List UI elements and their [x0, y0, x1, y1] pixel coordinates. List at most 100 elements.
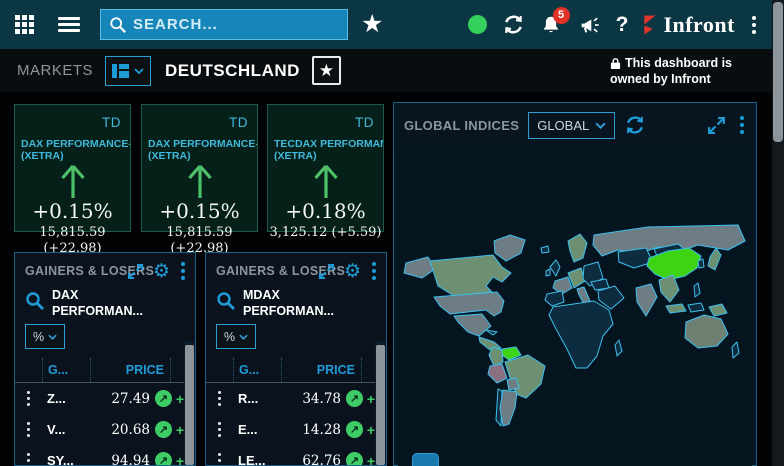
menu-icon[interactable] — [58, 14, 80, 35]
chevron-down-icon — [595, 122, 606, 129]
table-row[interactable]: LE... 62.76 ↗ + — [206, 445, 375, 466]
mode-select[interactable]: % — [216, 324, 256, 349]
table-row[interactable]: V... 20.68 ↗ + — [15, 414, 184, 445]
lock-icon — [610, 57, 621, 70]
infront-logo-mark — [643, 15, 659, 35]
row-price: 27.49 — [90, 391, 155, 407]
search-input[interactable] — [133, 16, 323, 33]
gainers-losers-panel-dax: GAINERS & LOSERS ⚙ DAX PERFORMAN... % G.… — [14, 252, 196, 466]
panel-menu-icon[interactable] — [370, 260, 378, 282]
row-ticker: SY... — [42, 453, 90, 466]
infront-logo[interactable]: Infront — [643, 12, 735, 38]
row-handle-icon[interactable] — [206, 451, 233, 466]
trend-up-arrow-icon — [268, 163, 383, 199]
column-price[interactable]: PRICE — [90, 358, 170, 382]
search-box[interactable] — [100, 9, 348, 40]
ticker-card-dax-2[interactable]: TD DAX PERFORMANCE-I ... (XETRA) +0.15% … — [141, 104, 258, 232]
plus-indicator: + — [172, 453, 184, 466]
price-up-icon: ↗ — [155, 390, 172, 407]
panel-scrollbar[interactable] — [375, 341, 386, 465]
window-scrollbar[interactable] — [772, 0, 784, 466]
row-price: 34.78 — [281, 391, 346, 407]
ticker-card-tecdax[interactable]: TD TECDAX PERFORMANC ... (XETRA) +0.18% … — [267, 104, 384, 232]
column-price[interactable]: PRICE — [281, 358, 361, 382]
panel-menu-icon[interactable] — [738, 114, 746, 136]
top-bar: ★ 5 — [0, 0, 784, 49]
row-ticker: R... — [233, 391, 281, 406]
plus-indicator: + — [172, 422, 184, 438]
notification-badge: 5 — [553, 7, 570, 24]
row-ticker: V... — [42, 422, 90, 437]
table-row[interactable]: R... 34.78 ↗ + — [206, 383, 375, 414]
apps-grid-icon[interactable] — [15, 15, 34, 34]
row-handle-icon[interactable] — [206, 389, 233, 408]
table-header[interactable]: G... PRICE — [15, 358, 184, 383]
owner-note: This dashboard is owned by Infront — [610, 56, 732, 87]
price-up-icon: ↗ — [346, 452, 363, 466]
settings-gear-icon[interactable]: ⚙ — [153, 262, 170, 281]
table-row[interactable]: E... 14.28 ↗ + — [206, 414, 375, 445]
region-select[interactable]: GLOBAL — [528, 112, 615, 139]
expand-icon[interactable] — [127, 263, 144, 280]
chevron-down-icon — [48, 334, 57, 340]
expand-icon[interactable] — [318, 263, 335, 280]
overflow-menu-icon[interactable] — [750, 14, 758, 36]
row-price: 94.94 — [90, 453, 155, 466]
table-row[interactable]: Z... 27.49 ↗ + — [15, 383, 184, 414]
row-handle-icon[interactable] — [15, 420, 42, 439]
row-handle-icon[interactable] — [15, 389, 42, 408]
row-handle-icon[interactable] — [206, 420, 233, 439]
trend-up-arrow-icon — [142, 163, 257, 199]
instrument-search[interactable]: MDAX PERFORMAN... — [206, 286, 386, 319]
price-up-icon: ↗ — [346, 390, 363, 407]
connection-status-dot — [468, 15, 487, 34]
world-map[interactable] — [398, 149, 752, 466]
exchange-label: (XETRA) — [15, 150, 130, 162]
exchange-label: (XETRA) — [142, 150, 257, 162]
map-zoom-in-button[interactable] — [412, 453, 439, 466]
percent-change: +0.15% — [142, 199, 257, 223]
help-icon[interactable]: ? — [616, 13, 629, 37]
table-row[interactable]: SY... 94.94 ↗ + — [15, 445, 184, 466]
td-badge: TD — [355, 115, 374, 130]
plus-indicator: + — [363, 422, 375, 438]
mode-select[interactable]: % — [25, 324, 65, 349]
infront-dashboard: ★ 5 — [0, 0, 784, 466]
layout-grid-icon — [112, 64, 129, 78]
infront-wordmark: Infront — [663, 12, 735, 38]
table-header[interactable]: G... PRICE — [206, 358, 375, 383]
settings-gear-icon[interactable]: ⚙ — [344, 262, 361, 281]
instrument-label: DAX PERFORMAN... — [52, 288, 170, 319]
panel-menu-icon[interactable] — [179, 260, 187, 282]
row-ticker: E... — [233, 422, 281, 437]
announcements-megaphone-icon[interactable] — [577, 14, 601, 36]
search-icon — [109, 16, 127, 34]
refresh-icon[interactable] — [502, 13, 525, 36]
row-handle-icon[interactable] — [15, 451, 42, 466]
favorite-dashboard-button[interactable]: ★ — [312, 56, 341, 85]
favorites-star-icon[interactable]: ★ — [361, 12, 383, 37]
star-icon: ★ — [319, 61, 334, 81]
notifications-bell-icon[interactable]: 5 — [540, 14, 562, 36]
instrument-search[interactable]: DAX PERFORMAN... — [15, 286, 195, 319]
search-icon — [216, 291, 236, 311]
row-price: 14.28 — [281, 422, 346, 438]
refresh-icon[interactable] — [624, 114, 646, 136]
expand-icon[interactable] — [707, 116, 726, 135]
panel-title: GLOBAL INDICES — [404, 118, 519, 133]
gainers-losers-panel-mdax: GAINERS & LOSERS ⚙ MDAX PERFORMAN... % G… — [205, 252, 387, 466]
layout-selector[interactable] — [105, 56, 151, 86]
column-name[interactable]: G... — [42, 358, 90, 382]
percent-change: +0.15% — [15, 199, 130, 223]
global-indices-panel: GLOBAL INDICES GLOBAL — [393, 102, 757, 466]
scrollbar-thumb[interactable] — [773, 2, 783, 142]
row-price: 20.68 — [90, 422, 155, 438]
panel-scrollbar[interactable] — [184, 341, 195, 465]
percent-change: +0.18% — [268, 199, 383, 223]
plus-indicator: + — [363, 391, 375, 407]
ticker-card-dax-1[interactable]: TD DAX PERFORMANCE-I ... (XETRA) +0.15% … — [14, 104, 131, 232]
td-badge: TD — [229, 115, 248, 130]
trend-up-arrow-icon — [15, 163, 130, 199]
price-values: 3,125.12 (+5.59) — [268, 225, 383, 241]
column-name[interactable]: G... — [233, 358, 281, 382]
